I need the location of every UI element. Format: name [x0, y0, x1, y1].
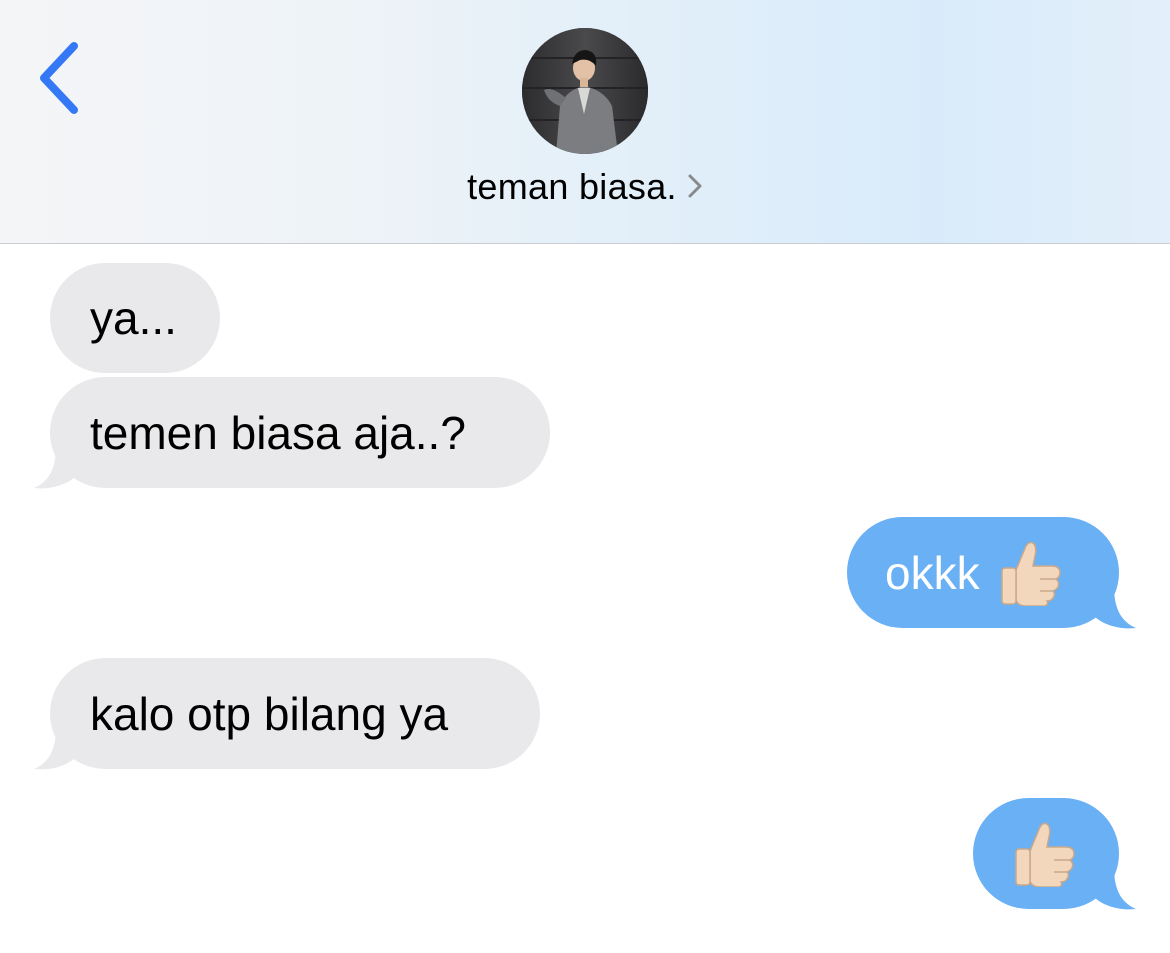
message-text: ya... [90, 292, 177, 344]
thumbs-up-icon [1000, 541, 1061, 606]
avatar-photo [522, 28, 648, 154]
contact-avatar[interactable] [522, 28, 648, 154]
message-text: temen biasa aja..? [90, 406, 466, 459]
sent-message[interactable]: okkk [847, 517, 1119, 628]
chevron-left-icon [40, 42, 78, 114]
received-message[interactable]: kalo otp bilang ya [50, 658, 540, 769]
received-message[interactable]: ya... [50, 263, 220, 373]
message-text: kalo otp bilang ya [90, 687, 449, 740]
contact-name: teman biasa. [467, 166, 677, 207]
bubble-tail [34, 446, 76, 489]
bubble-tail [1094, 867, 1136, 910]
message-text: okkk [885, 546, 980, 599]
chevron-right-icon [688, 174, 702, 198]
received-message[interactable]: temen biasa aja..? [50, 377, 550, 488]
conversation-header: teman biasa. [0, 0, 1170, 244]
contact-name-button[interactable]: teman biasa. [0, 166, 1170, 208]
thumbs-up-icon [1015, 822, 1075, 887]
bubble-tail [1094, 586, 1136, 629]
back-button[interactable] [30, 36, 90, 116]
bubble-tail [34, 727, 76, 770]
